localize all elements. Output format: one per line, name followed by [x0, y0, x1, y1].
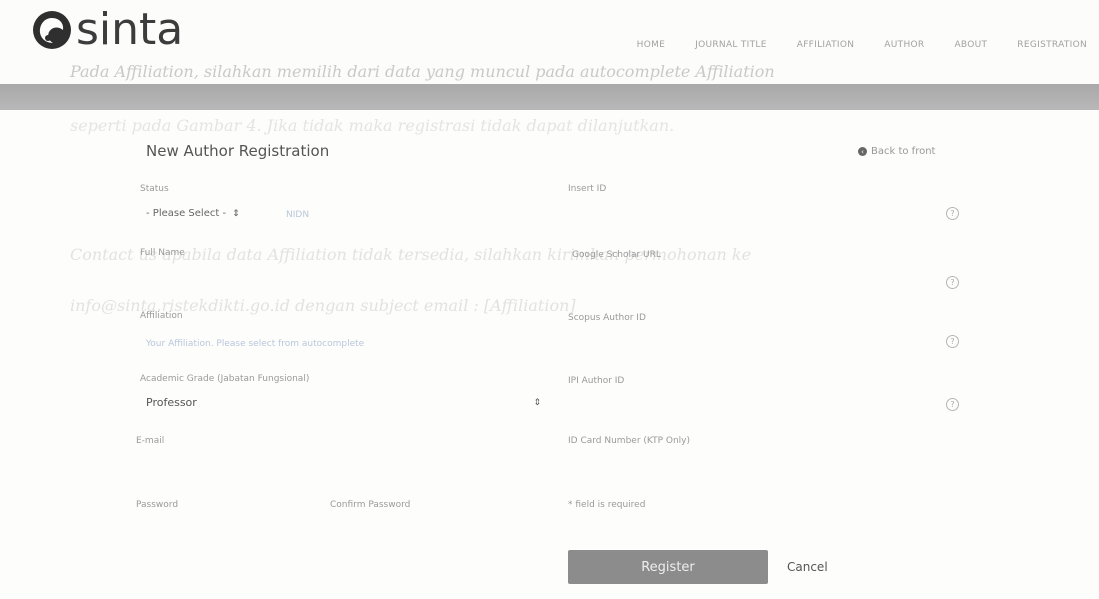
academic-grade-label: Academic Grade (Jabatan Fungsional): [140, 374, 310, 384]
header-banner: [0, 84, 1099, 110]
cancel-button[interactable]: Cancel: [787, 560, 828, 574]
back-to-front-link[interactable]: ‹ Back to front: [858, 146, 935, 157]
nidn-hint: NIDN: [286, 210, 310, 220]
select-arrow-icon: ⇕: [232, 208, 240, 219]
nav-affiliation[interactable]: AFFILIATION: [797, 40, 855, 50]
nav-registration[interactable]: REGISTRATION: [1017, 40, 1087, 50]
nidn-label: Insert ID: [568, 184, 607, 194]
status-select[interactable]: - Please Select - ⇕: [146, 208, 240, 219]
nav-author[interactable]: AUTHOR: [884, 40, 924, 50]
sinta-logo-icon: [33, 11, 71, 49]
affiliation-label: Affiliation: [140, 311, 183, 321]
scopus-input[interactable]: [568, 328, 928, 350]
full-name-input[interactable]: [140, 262, 540, 284]
page-title: New Author Registration: [146, 142, 330, 160]
back-to-front-label: Back to front: [871, 146, 936, 157]
google-scholar-label: Google Scholar URL: [572, 250, 661, 260]
nav-home[interactable]: HOME: [637, 40, 666, 50]
nav-journal-title[interactable]: JOURNAL TITLE: [695, 40, 767, 50]
id-card-label: ID Card Number (KTP Only): [568, 436, 691, 446]
ipi-input[interactable]: [568, 392, 928, 414]
confirm-password-label: Confirm Password: [330, 500, 411, 510]
affiliation-input[interactable]: Your Affiliation. Please select from aut…: [146, 339, 364, 349]
password-input[interactable]: [136, 514, 316, 536]
email-label: E-mail: [136, 436, 165, 446]
confirm-password-input[interactable]: [330, 514, 530, 536]
scopus-label: Scopus Author ID: [568, 313, 646, 323]
id-card-input[interactable]: [568, 452, 928, 474]
back-arrow-icon: ‹: [858, 147, 867, 156]
help-icon[interactable]: ?: [946, 207, 959, 220]
status-label: Status: [140, 184, 169, 194]
email-input[interactable]: [136, 452, 536, 474]
help-icon[interactable]: ?: [946, 276, 959, 289]
top-nav: HOME JOURNAL TITLE AFFILIATION AUTHOR AB…: [637, 40, 1087, 50]
academic-grade-value: Professor: [146, 396, 197, 409]
google-scholar-input[interactable]: [568, 266, 928, 288]
help-icon[interactable]: ?: [946, 335, 959, 348]
sinta-logo[interactable]: sinta: [30, 8, 183, 52]
help-icon[interactable]: ?: [946, 398, 959, 411]
register-button[interactable]: Register: [568, 550, 768, 584]
background-text-2: seperti pada Gambar 4. Jika tidak maka r…: [70, 116, 675, 135]
select-arrow-icon: ⇕: [533, 397, 541, 408]
background-text-1: Pada Affiliation, silahkan memilih dari …: [70, 62, 775, 81]
nidn-input[interactable]: [568, 200, 928, 222]
status-selected-value: - Please Select -: [146, 208, 227, 219]
academic-grade-select[interactable]: Professor ⇕: [146, 396, 541, 409]
ipi-label: IPI Author ID: [568, 376, 625, 386]
full-name-label: Full Name: [140, 248, 185, 258]
required-note: * field is required: [568, 500, 646, 510]
brand-name: sinta: [76, 4, 184, 55]
password-label: Password: [136, 500, 179, 510]
nav-about[interactable]: ABOUT: [954, 40, 987, 50]
